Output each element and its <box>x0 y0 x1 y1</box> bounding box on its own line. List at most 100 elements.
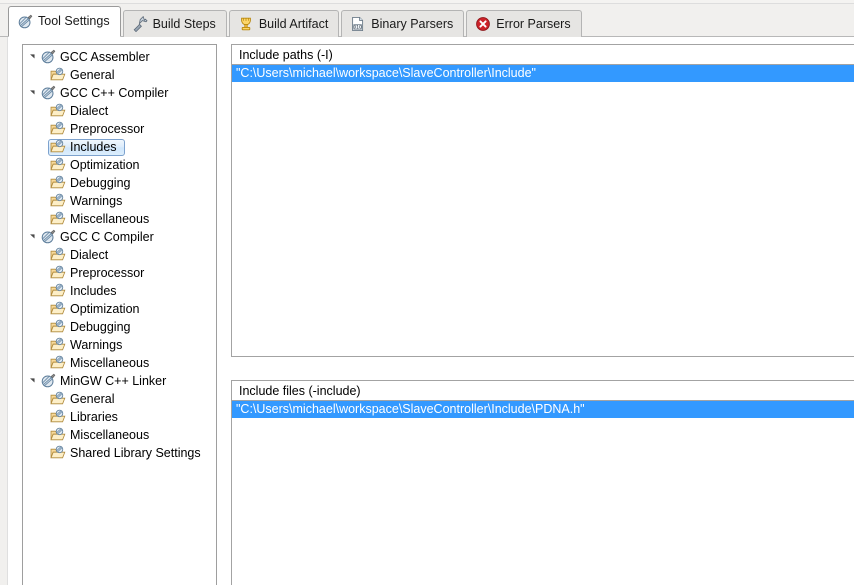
field-list[interactable]: "C:\Users\michael\workspace\SlaveControl… <box>231 401 854 585</box>
tree-item-label: Warnings <box>70 194 123 208</box>
tree-item-gcc-c-compiler[interactable]: GCC C++ Compiler <box>23 84 216 102</box>
tool-icon <box>40 373 56 389</box>
tree-item-miscellaneous[interactable]: Miscellaneous <box>23 354 216 372</box>
tree-item-label: Includes <box>70 284 117 298</box>
tree-item-content: MinGW C++ Linker <box>38 373 174 390</box>
tree-item-dialect[interactable]: Dialect <box>23 102 216 120</box>
tree-item-label: Debugging <box>70 176 131 190</box>
tree-item-includes[interactable]: Includes <box>23 138 216 156</box>
folder-icon <box>50 265 66 281</box>
sash-divider[interactable] <box>224 37 230 585</box>
tree-item-preprocessor[interactable]: Preprocessor <box>23 120 216 138</box>
tree-item-content: Debugging <box>48 319 138 336</box>
tab-label: Tool Settings <box>38 14 110 29</box>
tree-item-content: Includes <box>48 138 125 156</box>
folder-icon <box>50 103 66 119</box>
tree-item-label: GCC C++ Compiler <box>60 86 169 100</box>
tree-item-content: Optimization <box>48 301 147 318</box>
tree-item-dialect[interactable]: Dialect <box>23 246 216 264</box>
tree-item-miscellaneous[interactable]: Miscellaneous <box>23 210 216 228</box>
folder-icon <box>50 283 66 299</box>
tree-item-miscellaneous[interactable]: Miscellaneous <box>23 426 216 444</box>
tree-item-content: GCC Assembler <box>38 49 158 66</box>
tree-item-debugging[interactable]: Debugging <box>23 318 216 336</box>
tree-item-optimization[interactable]: Optimization <box>23 300 216 318</box>
tree-item-label: General <box>70 68 115 82</box>
tree-item-warnings[interactable]: Warnings <box>23 336 216 354</box>
folder-icon <box>50 211 66 227</box>
tab-tool-settings[interactable]: Tool Settings <box>8 6 121 37</box>
folder-icon <box>50 301 66 317</box>
folder-icon <box>50 391 66 407</box>
tree-item-content: Includes <box>48 283 125 300</box>
tree-item-label: Miscellaneous <box>70 428 150 442</box>
svg-text:010: 010 <box>354 24 363 30</box>
tab-error-parsers[interactable]: Error Parsers <box>466 10 582 37</box>
tree-item-shared-library-settings[interactable]: Shared Library Settings <box>23 444 216 462</box>
folder-icon <box>50 193 66 209</box>
folder-icon <box>50 337 66 353</box>
tree-item-label: Miscellaneous <box>70 356 150 370</box>
tool-settings-page: Tool Settings Build Steps Build Artifact 01… <box>0 0 854 585</box>
tree-item-content: General <box>48 67 122 84</box>
tool-settings-icon <box>17 14 33 30</box>
tab-build-artifact[interactable]: Build Artifact <box>228 10 340 37</box>
tab-build-steps[interactable]: Build Steps <box>122 10 227 37</box>
tree-item-libraries[interactable]: Libraries <box>23 408 216 426</box>
tree-item-content: Warnings <box>48 337 130 354</box>
tree-item-gcc-assembler[interactable]: GCC Assembler <box>23 48 216 66</box>
tree-item-preprocessor[interactable]: Preprocessor <box>23 264 216 282</box>
tab-label: Build Artifact <box>258 16 329 31</box>
tool-icon <box>40 229 56 245</box>
artifact-icon <box>238 16 254 32</box>
tree-item-optimization[interactable]: Optimization <box>23 156 216 174</box>
folder-icon <box>50 409 66 425</box>
tree-item-warnings[interactable]: Warnings <box>23 192 216 210</box>
field-group-0: Include paths (-I) "C:\Users\michael\work… <box>231 44 854 357</box>
tree-item-content: Preprocessor <box>48 121 152 138</box>
tree-item-content: Optimization <box>48 157 147 174</box>
tree-item-content: Miscellaneous <box>48 211 157 228</box>
tree-item-general[interactable]: General <box>23 66 216 84</box>
tree-item-label: Optimization <box>70 158 140 172</box>
tree-item-mingw-c-linker[interactable]: MinGW C++ Linker <box>23 372 216 390</box>
tree-item-includes[interactable]: Includes <box>23 282 216 300</box>
folder-icon <box>50 319 66 335</box>
folder-icon <box>50 67 66 83</box>
tree-item-label: GCC C Compiler <box>60 230 154 244</box>
tree-item-debugging[interactable]: Debugging <box>23 174 216 192</box>
list-item[interactable]: "C:\Users\michael\workspace\SlaveControl… <box>232 401 854 418</box>
field-group-1: Include files (-include) "C:\Users\michae… <box>231 380 854 585</box>
tree-item-general[interactable]: General <box>23 390 216 408</box>
tree-item-label: Debugging <box>70 320 131 334</box>
tree-item-content: Shared Library Settings <box>48 445 209 462</box>
tab-binary-parsers[interactable]: 010 Binary Parsers <box>341 10 465 37</box>
tree-item-content: Preprocessor <box>48 265 152 282</box>
tool-icon <box>40 49 56 65</box>
tree-item-gcc-c-compiler[interactable]: GCC C Compiler <box>23 228 216 246</box>
list-item[interactable]: "C:\Users\michael\workspace\SlaveControl… <box>232 65 854 82</box>
tree-item-content: General <box>48 391 122 408</box>
tree-item-content: GCC C++ Compiler <box>38 85 176 102</box>
field-list[interactable]: "C:\Users\michael\workspace\SlaveControl… <box>231 65 854 357</box>
tree-item-content: GCC C Compiler <box>38 229 162 246</box>
settings-tree-panel[interactable]: GCC Assembler General GCC C++ Compiler Dial… <box>22 44 217 585</box>
tree-item-label: Dialect <box>70 104 109 118</box>
field-header-label: Include paths (-I) <box>239 47 333 62</box>
tree-item-content: Miscellaneous <box>48 355 157 372</box>
options-area: Include paths (-I) "C:\Users\michael\work… <box>231 37 854 585</box>
tree-item-label: Libraries <box>70 410 118 424</box>
